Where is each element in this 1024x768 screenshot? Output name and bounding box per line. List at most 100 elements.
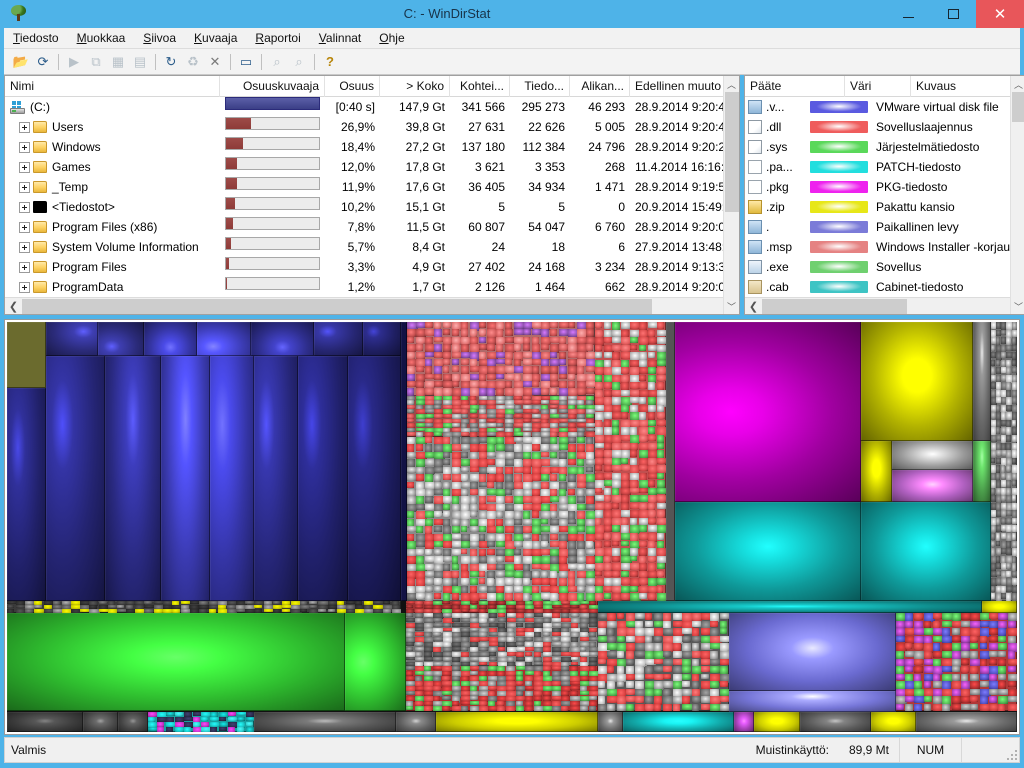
extension-list-hscrollbar[interactable]: ❮ ❯ [745,297,1024,314]
treemap-block[interactable] [972,440,991,503]
treemap-block[interactable] [160,356,210,601]
treemap-block[interactable] [891,440,973,470]
treemap-block[interactable] [148,711,255,732]
table-row[interactable]: Program Files 3,3% 4,9 Gt 27 402 24 168 3 234… [5,257,739,277]
treemap-block[interactable] [345,613,406,712]
treemap-block[interactable] [314,322,363,357]
treemap-block[interactable] [594,322,666,601]
treemap-block[interactable] [891,469,973,503]
table-row[interactable]: ProgramData 1,2% 1,7 Gt 2 126 1 464 662 28.9.2… [5,277,739,297]
list-item[interactable]: .cab Cabinet-tiedosto [745,277,1024,297]
treemap-block[interactable] [674,322,862,503]
treemap-block[interactable] [597,711,624,732]
refresh-selected-icon[interactable]: ↻ [160,51,182,73]
treemap-block[interactable] [46,356,105,601]
extension-list-vscrollbar[interactable]: ︿ ﹀ [1010,76,1024,314]
column-header-color[interactable]: Väri [845,76,911,97]
hscroll-thumb[interactable] [762,298,907,314]
treemap-block[interactable] [7,613,346,712]
treemap-block[interactable] [405,666,598,712]
expand-toggle-icon[interactable] [19,201,30,213]
scroll-left-icon[interactable]: ❮ [5,298,22,314]
treemap-block[interactable] [972,322,991,441]
column-header-percent[interactable]: Osuus [325,76,380,97]
treemap-block[interactable] [7,711,83,732]
rescan-icon[interactable]: ⟳ [32,51,54,73]
treemap-block[interactable] [348,356,401,601]
treemap-block[interactable] [916,711,1017,732]
directory-list-hscrollbar[interactable]: ❮ ❯ [5,297,739,314]
treemap-block[interactable] [405,600,598,614]
treemap-block[interactable] [7,322,47,388]
expand-toggle-icon[interactable] [19,261,30,273]
list-item[interactable]: .v... VMware virtual disk file [745,97,1024,117]
treemap-block[interactable] [895,613,1017,712]
treemap-block[interactable] [861,440,892,503]
treemap-block[interactable] [46,322,98,357]
treemap-block[interactable] [97,322,145,357]
treemap-block[interactable] [118,711,149,732]
treemap-block[interactable] [506,613,598,667]
treemap-block[interactable] [990,322,1017,601]
treemap-block[interactable] [597,600,982,614]
help-icon[interactable]: ? [319,51,341,73]
table-row[interactable]: <Tiedostot> 10,2% 15,1 Gt 5 5 0 20.9.2014 15:4… [5,197,739,217]
scroll-up-icon[interactable]: ︿ [1011,76,1024,92]
treemap-block[interactable] [251,322,315,357]
treemap-block[interactable] [405,613,507,667]
disk-usage-treemap[interactable] [7,322,1017,732]
treemap-block[interactable] [104,356,161,601]
treemap-block[interactable] [362,322,401,357]
treemap-block[interactable] [870,711,916,732]
directory-list-vscrollbar[interactable]: ︿ ﹀ [723,76,739,314]
list-item[interactable]: .dll Sovelluslaajennus [745,117,1024,137]
list-item[interactable]: .exe Sovellus [745,257,1024,277]
scroll-down-icon[interactable]: ﹀ [1011,298,1024,314]
scroll-left-icon[interactable]: ❮ [745,298,762,314]
column-header-size[interactable]: > Koko [380,76,450,97]
list-item[interactable]: .sys Järjestelmätiedosto [745,137,1024,157]
treemap-block[interactable] [254,356,298,601]
menu-item-raportoi[interactable]: Raportoi [246,28,309,48]
menu-item-kuvaaja[interactable]: Kuvaaja [185,28,246,48]
treemap-block[interactable] [7,600,401,614]
list-item[interactable]: .msp Windows Installer -korjausp. [745,237,1024,257]
column-header-files[interactable]: Tiedo... [510,76,570,97]
menu-item-tiedosto[interactable]: Tiedosto [4,28,68,48]
expand-toggle-icon[interactable] [19,281,30,293]
treemap-block[interactable] [799,711,871,732]
scroll-down-icon[interactable]: ﹀ [724,298,740,314]
treemap-block[interactable] [82,711,119,732]
treemap-block[interactable] [674,502,862,601]
menu-item-valinnat[interactable]: Valinnat [310,28,371,48]
expand-toggle-icon[interactable] [19,161,30,173]
column-header-name[interactable]: Nimi [5,76,220,97]
expand-toggle-icon[interactable] [19,181,30,193]
vscroll-track[interactable] [724,212,740,298]
table-row[interactable]: (C:) [0:40 s] 147,9 Gt 341 566 295 273 46 293… [5,97,739,117]
treemap-block[interactable] [754,711,800,732]
treemap-block[interactable] [734,711,755,732]
list-item[interactable]: .zip Pakattu kansio [745,197,1024,217]
table-row[interactable]: Windows 18,4% 27,2 Gt 137 180 112 384 24 796 2… [5,137,739,157]
treemap-block[interactable] [406,322,595,396]
table-row[interactable]: _Temp 11,9% 17,6 Gt 36 405 34 934 1 471 28.9.2… [5,177,739,197]
column-header-ext[interactable]: Pääte [745,76,845,97]
resize-grip-icon[interactable] [1001,738,1019,762]
vscroll-thumb[interactable] [724,92,739,212]
menu-item-siivoa[interactable]: Siivoa [134,28,185,48]
column-header-desc[interactable]: Kuvaus [911,76,1021,97]
table-row[interactable]: Program Files (x86) 7,8% 11,5 Gt 60 807 54 0… [5,217,739,237]
list-item[interactable]: . Paikallinen levy [745,217,1024,237]
menu-item-ohje[interactable]: Ohje [370,28,413,48]
open-folder-icon[interactable]: 📂 [10,51,32,73]
column-header-items[interactable]: Kohtei... [450,76,510,97]
column-header-subtree[interactable]: Osuuskuvaaja [220,76,325,97]
treemap-block[interactable] [196,322,252,357]
treemap-block[interactable] [597,613,730,712]
hscroll-track[interactable] [907,298,1010,314]
expand-toggle-icon[interactable] [19,141,30,153]
treemap-block[interactable] [861,322,973,441]
menu-item-muokkaa[interactable]: Muokkaa [68,28,135,48]
up-one-level-icon[interactable]: ▭ [235,51,257,73]
